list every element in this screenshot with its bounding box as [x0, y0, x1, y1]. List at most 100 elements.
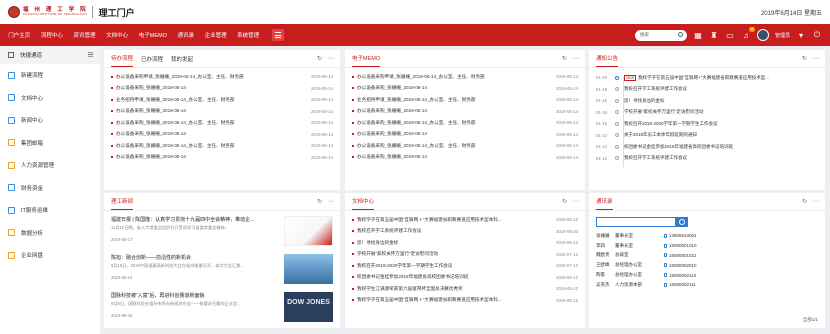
list-item[interactable]: 办公设备采购_张姗姗_2019-05-14_办公室、主任、财务部 2019-05-… — [352, 117, 578, 129]
notice-title[interactable]: 通知公告 — [596, 54, 619, 67]
contact-phone[interactable]: 15000001021 — [664, 253, 697, 258]
contact-search-button[interactable] — [676, 217, 688, 227]
news-thumbnail[interactable] — [284, 254, 333, 284]
nav-item[interactable]: 流程中心 — [41, 31, 63, 39]
list-item-text[interactable]: 办公设备采购_张姗姗_2019-05-14 — [357, 131, 553, 137]
contact-phone[interactable]: 15000002111 — [664, 282, 696, 287]
sidebar-item[interactable]: 新建流程 — [0, 64, 100, 87]
notice-item[interactable]: 01-15 我校召开2019-2020学年第一学期学生工作会议 — [596, 118, 818, 130]
notice-title[interactable]: 我校召开学工系统评建工作会议 — [624, 86, 687, 91]
document-icon[interactable]: ▭ — [725, 30, 735, 40]
list-item[interactable]: 我校学子在第五届中国“互联网＋”大赛福建省职教赛道应用技术型本科... 2019-… — [352, 214, 578, 226]
contact-phone[interactable]: 13805910001 — [664, 233, 697, 238]
list-item-text[interactable]: 办公设备采购_张姗姗_2019-05-14 — [116, 154, 308, 160]
more-icon[interactable]: ⋯ — [813, 55, 819, 62]
refresh-icon[interactable]: ↻ — [562, 198, 567, 205]
list-item[interactable]: 办公设备采购_张姗姗_2019-05-14 2019-05-14 — [111, 83, 333, 95]
list-item-text[interactable]: 办公设备采购_张姗姗_2019-05-14 — [116, 131, 308, 137]
news-headline[interactable]: 福建日报 | 陈国隆：认真学习贯彻十九届四中全会精神，推动企... — [111, 216, 280, 223]
list-item[interactable]: 办公设备采购_张姗姗_2019-05-14 2019-05-14 — [111, 129, 333, 141]
list-item[interactable]: 办公设备采购_张姗姗_2019-05-14 2019-05-14 — [111, 106, 333, 118]
notice-text[interactable]: 我校召开学工系统评建工作会议 — [624, 86, 687, 92]
list-item-text[interactable]: 我校学子在第五届中国“互联网＋”大赛福建省职教赛道应用技术型本科... — [357, 297, 553, 303]
more-icon[interactable]: ⋯ — [573, 55, 579, 62]
notice-item[interactable]: 01-20 NEW 我校学子在第五届中国“互联网+”大赛福建省职教赛道应用技术型..… — [596, 72, 818, 84]
contact-phone[interactable]: 15000002110 — [664, 273, 696, 278]
notice-title[interactable]: 校团委书记金挂参加2018年福建省高校团委书记培训班 — [624, 144, 733, 149]
list-item-text[interactable]: 我校学子在第五届中国“互联网＋”大赛福建省职教赛道应用技术型本科... — [357, 217, 553, 223]
settings-toggle-icon[interactable] — [87, 51, 94, 58]
sidebar-item[interactable]: 新闻中心 — [0, 109, 100, 132]
contact-row[interactable]: 王欧峰 总经理办公室 15000002010 — [589, 260, 825, 270]
school-logo[interactable]: 福 州 理 工 学 院 FUZHOU INSTITUTE OF TECHNOLO… — [8, 6, 88, 18]
list-item[interactable]: 业务招待申请_张姗姗_2019-05-14_办公室、主任、财务部 2019-05-… — [352, 94, 578, 106]
contact-row[interactable]: 张姗姗 董事长室 13805910001 — [589, 231, 825, 241]
list-item-text[interactable]: 我校召开2019-2020学年第一学期学生工作会议 — [357, 263, 553, 269]
sidebar-item[interactable]: 企业网盘 — [0, 244, 100, 267]
notice-title[interactable]: 关于2018年员工本体年假延期的通知 — [624, 132, 697, 137]
list-item[interactable]: 我校学子在第五届中国“互联网＋”大赛福建省职教赛道应用技术型本科... 2019-… — [352, 295, 578, 307]
list-item-text[interactable]: 办公设备采购_张姗姗_2019-05-14_办公室、主任、财务部 — [116, 143, 308, 149]
notice-item[interactable]: 01-16 思！寻找身边的金标 — [596, 95, 818, 107]
notice-item[interactable]: 01-12 我校召开学工系统评建工作会议 — [596, 153, 818, 165]
list-item[interactable]: 办公设备采购_张姗姗_2019-05-14 2019-05-14 — [111, 152, 333, 164]
list-item[interactable]: 办公设备采购申请_张姗姗_2019-05-14_办公室、主任、财务部 2019-0… — [352, 71, 578, 83]
notice-title[interactable]: 我校召开学工系统评建工作会议 — [624, 155, 687, 160]
notice-title[interactable]: 思！寻找身边的金标 — [624, 98, 665, 103]
notice-title[interactable]: 学校开展“家校关怀万里行”走访慰问活动 — [624, 109, 704, 114]
refresh-icon[interactable]: ↻ — [802, 55, 807, 62]
sidebar-item[interactable]: 数据分析 — [0, 222, 100, 245]
list-item-text[interactable]: 办公设备采购申请_张姗姗_2019-05-14_办公室、主任、财务部 — [357, 74, 553, 80]
sidebar-item[interactable]: 集团邮箱 — [0, 132, 100, 155]
user-name[interactable]: 管理员 — [775, 32, 790, 39]
news-headline[interactable]: 国脉科技被“入富”后，再进科创赛道新面貌 — [111, 292, 280, 299]
chevron-down-icon[interactable]: ▾ — [796, 30, 806, 40]
notice-text[interactable]: 关于2018年员工本体年假延期的通知 — [624, 132, 697, 138]
nav-item[interactable]: 电子MEMO — [139, 31, 167, 39]
list-item-text[interactable]: 思！寻找身边的金标 — [357, 240, 553, 246]
avatar[interactable] — [756, 29, 769, 41]
more-icon[interactable]: ⋯ — [328, 198, 334, 205]
notice-item[interactable]: 01-16 学校开展“家校关怀万里行”走访慰问活动 — [596, 107, 818, 119]
notice-title[interactable]: 我校学子在第五届中国“互联网+”大赛福建省职教赛道应用技术型... — [638, 75, 769, 80]
more-icon[interactable]: ⋯ — [573, 198, 579, 205]
more-icon[interactable]: ⋯ — [328, 55, 334, 62]
nav-item[interactable]: 系统管理 — [237, 31, 259, 39]
notice-text[interactable]: 我校召开学工系统评建工作会议 — [624, 155, 687, 161]
sidebar-item[interactable]: 文档中心 — [0, 87, 100, 110]
list-item-text[interactable]: 办公设备采购_张姗姗_2019-05-14_办公室、主任、财务部 — [357, 120, 553, 126]
contact-row[interactable]: 李四 董事长室 15000001010 — [589, 241, 825, 251]
refresh-icon[interactable]: ↻ — [317, 55, 322, 62]
list-item[interactable]: 办公设备采购申请_张姗姗_2019-05-14_办公室、主任、财务部 2019-0… — [111, 71, 333, 83]
refresh-icon[interactable]: ↻ — [802, 198, 807, 205]
list-item-text[interactable]: 学校开展“家校关怀万里行”走访慰问活动 — [357, 251, 553, 257]
sidebar-item[interactable]: IT服务运维 — [0, 199, 100, 222]
list-item[interactable]: 校团委书记金挂参加2018年福建省高校团委书记培训班 2019-05-12 — [352, 272, 578, 284]
list-item-text[interactable]: 办公设备采购_张姗姗_2019-05-14_办公室、主任、财务部 — [357, 143, 553, 149]
nav-item[interactable]: 资讯管理 — [74, 31, 96, 39]
notice-text[interactable]: 校团委书记金挂参加2018年福建省高校团委书记培训班 — [624, 144, 733, 150]
sidebar-item[interactable]: 财务资金 — [0, 177, 100, 200]
nav-item[interactable]: 门户主页 — [8, 31, 30, 39]
list-item[interactable]: 办公设备采购_张姗姗_2019-05-14_办公室、主任、财务部 2019-05-… — [111, 117, 333, 129]
list-item-text[interactable]: 办公设备采购_张姗姗_2019-05-14_办公室、主任、财务部 — [116, 120, 308, 126]
tab-workflow[interactable]: 已办流程 — [141, 55, 163, 67]
notice-text[interactable]: 我校召开2019-2020学年第一学期学生工作会议 — [624, 121, 718, 127]
list-item-text[interactable]: 业务招待申请_张姗姗_2019-05-14_办公室、主任、财务部 — [357, 97, 553, 103]
contact-row[interactable]: 陶雷 总经理办公室 15000002110 — [589, 270, 825, 280]
contact-search-input[interactable] — [596, 217, 676, 227]
news-item[interactable]: 国脉科技被“入富”后，再进科创赛道新面貌 9月6日，国脉科技在福州市举办新闻发布会… — [111, 292, 333, 325]
contact-row[interactable]: 吴英杰 人力资源本部 15000002111 — [589, 280, 825, 290]
search-icon[interactable] — [677, 31, 683, 37]
nav-item[interactable]: 企业管理 — [205, 31, 227, 39]
list-item[interactable]: 我校召开学工系统评建工作会议 2019-05-20 — [352, 226, 578, 238]
power-icon[interactable]: ⏻ — [812, 30, 822, 40]
search-input[interactable]: 搜索 — [634, 29, 687, 41]
list-item-text[interactable]: 办公设备采购_张姗姗_2019-05-14 — [357, 154, 553, 160]
list-item[interactable]: 办公设备采购_张姗姗_2019-05-14 2019-05-14 — [352, 129, 578, 141]
list-item-text[interactable]: 办公设备采购_张姗姗_2019-05-14 — [116, 85, 308, 91]
nav-item[interactable]: 通讯录 — [177, 31, 194, 39]
news-thumbnail[interactable] — [284, 216, 333, 246]
bell-icon[interactable]: ♫ 10 — [741, 27, 755, 40]
tab-workflow[interactable]: 我的发起 — [171, 55, 193, 67]
